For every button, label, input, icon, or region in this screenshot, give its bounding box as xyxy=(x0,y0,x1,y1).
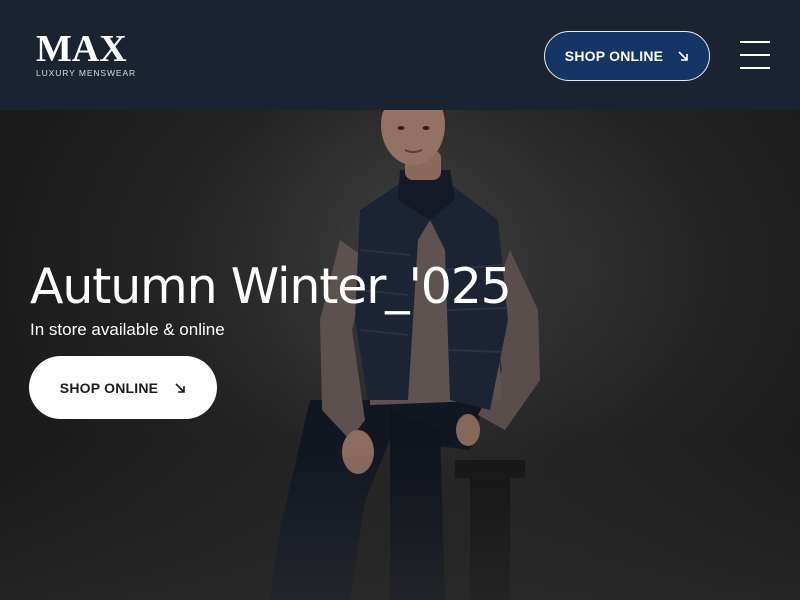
page: MAX LUXURY MENSWEAR SHOP ONLINE Autumn W… xyxy=(0,0,800,600)
brand-logo[interactable]: MAX LUXURY MENSWEAR xyxy=(36,28,137,78)
hero-shop-online-label: SHOP ONLINE xyxy=(59,379,159,396)
header-shop-online-label: SHOP ONLINE xyxy=(564,48,664,64)
hero-subtitle: In store available & online xyxy=(30,320,225,339)
logo-tagline: LUXURY MENSWEAR xyxy=(36,68,137,78)
header-shop-online-button[interactable]: SHOP ONLINE xyxy=(544,31,710,81)
hero-shop-online-button[interactable]: SHOP ONLINE xyxy=(29,356,217,419)
logo-wordmark: MAX xyxy=(36,28,127,70)
arrow-down-right-icon xyxy=(175,382,186,393)
hero-floor-gradient xyxy=(0,440,800,600)
hero-title: Autumn Winter_'025 xyxy=(30,258,512,315)
arrow-down-right-icon xyxy=(678,51,689,61)
site-header: MAX LUXURY MENSWEAR SHOP ONLINE xyxy=(0,0,800,110)
menu-button[interactable] xyxy=(740,40,770,72)
